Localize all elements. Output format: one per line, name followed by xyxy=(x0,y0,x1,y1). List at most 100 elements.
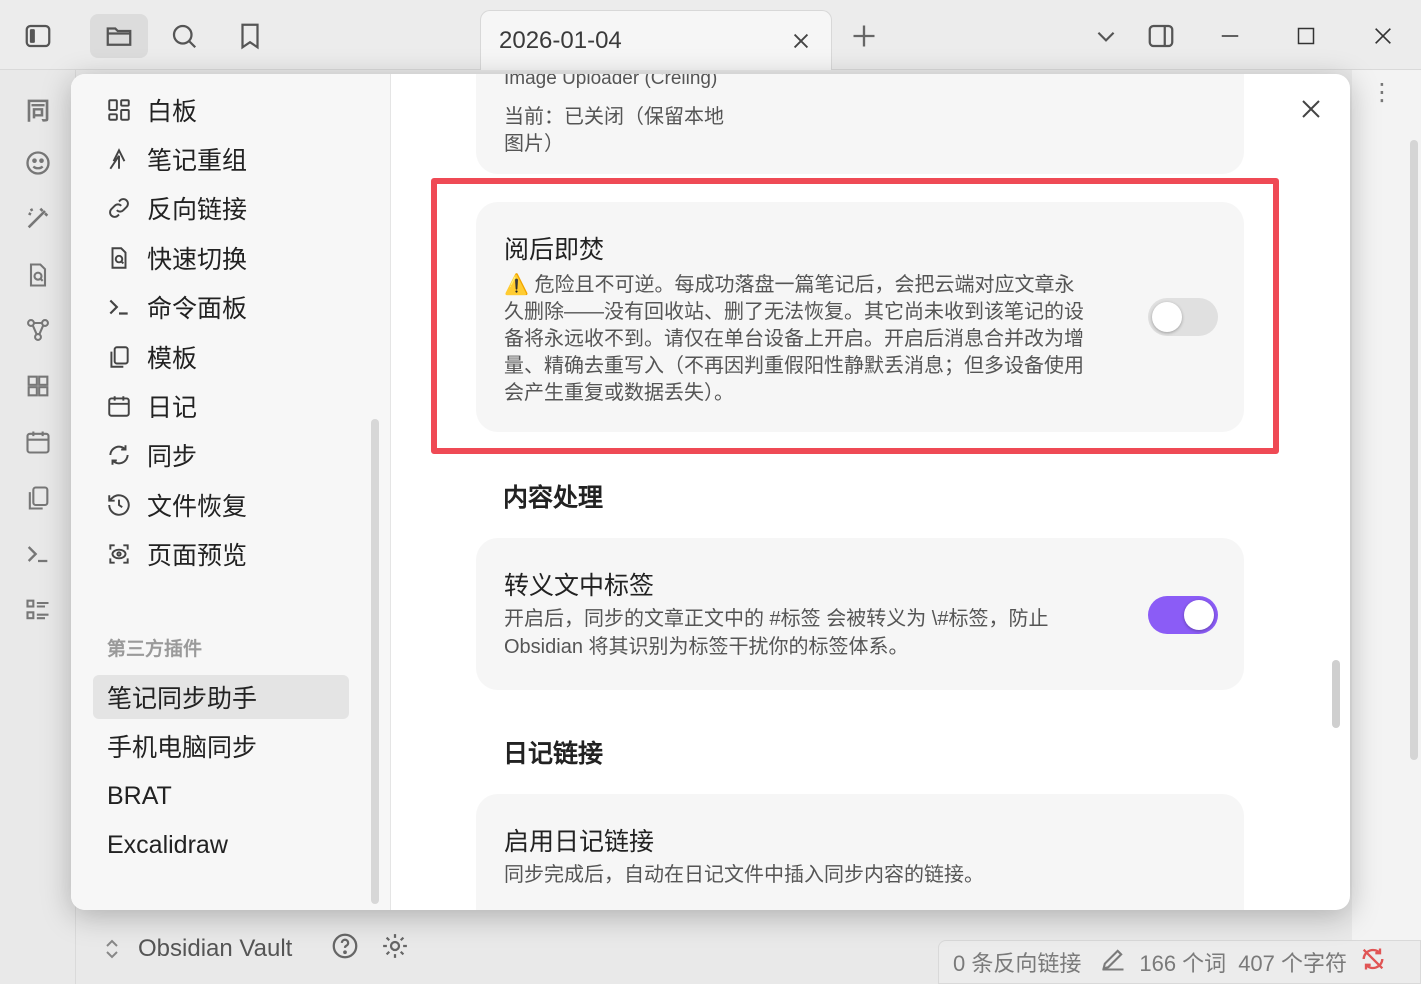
calendar-icon xyxy=(105,392,133,420)
minimize-icon[interactable] xyxy=(1208,14,1252,58)
search-doc-icon[interactable] xyxy=(18,255,58,295)
sidebar-item-label: 模板 xyxy=(147,345,198,373)
setting-desc: 同步完成后，自动在日记文件中插入同步内容的链接。 xyxy=(504,864,984,886)
emoji-icon[interactable] xyxy=(18,143,58,183)
highlight-box xyxy=(431,178,1279,454)
copy-icon[interactable] xyxy=(18,478,58,518)
more-options-icon[interactable]: ⋮ xyxy=(1370,81,1394,105)
close-icon[interactable] xyxy=(1294,92,1328,126)
copy-icon xyxy=(105,343,133,371)
right-sidebar-toggle-icon[interactable] xyxy=(1139,14,1183,58)
terminal-icon[interactable] xyxy=(18,534,58,574)
magic-icon[interactable] xyxy=(18,198,58,238)
canvas-icon xyxy=(105,96,133,124)
calendar-icon[interactable] xyxy=(18,422,58,462)
graph-icon[interactable] xyxy=(18,310,58,350)
sync-char-icon[interactable]: 同 xyxy=(18,88,58,128)
new-tab-icon[interactable] xyxy=(842,14,886,58)
sync-icon xyxy=(105,441,133,469)
gear-icon[interactable] xyxy=(380,931,410,968)
sidebar-item-label: 快速切换 xyxy=(147,246,248,274)
sidebar-item-file-recovery[interactable]: 文件恢复 xyxy=(93,483,349,527)
settings-content: Image Uploader (Creling) 当前：已关闭（保留本地 图片）… xyxy=(391,74,1350,910)
vault-name: Obsidian Vault xyxy=(138,935,293,962)
sidebar-item-quick-switcher[interactable]: 快速切换 xyxy=(93,236,349,280)
sidebar-item-label: 同步 xyxy=(147,443,198,471)
sidebar-item-page-preview[interactable]: 页面预览 xyxy=(93,532,349,576)
daily-link-card: 启用日记链接 同步完成后，自动在日记文件中插入同步内容的链接。 xyxy=(476,794,1244,910)
settings-modal: 白板 笔记重组 反向链接 快速切换 命令面板 模板 日记 同步 文件恢复 页面预… xyxy=(71,74,1350,910)
chevron-updown-icon xyxy=(106,939,118,959)
setting-desc: 当前：已关闭（保留本地 xyxy=(504,106,724,128)
help-icon[interactable] xyxy=(330,931,360,968)
settings-sidebar: 白板 笔记重组 反向链接 快速切换 命令面板 模板 日记 同步 文件恢复 页面预… xyxy=(71,74,391,910)
sidebar-item-templates[interactable]: 模板 xyxy=(93,335,349,379)
left-ribbon: 同 xyxy=(0,70,76,984)
sidebar-item-label: 页面预览 xyxy=(147,542,248,570)
sidebar-item-sync[interactable]: 同步 xyxy=(93,433,349,477)
pencil-icon[interactable] xyxy=(1099,945,1127,979)
chevron-down-icon[interactable] xyxy=(1084,14,1128,58)
sidebar-item-label: 命令面板 xyxy=(147,295,248,323)
vault-switcher[interactable]: Obsidian Vault xyxy=(100,926,410,972)
sidebar-item-excalidraw[interactable]: Excalidraw xyxy=(93,823,349,867)
word-count: 166 个词 xyxy=(1139,951,1227,976)
setting-title: Image Uploader (Creling) xyxy=(504,74,718,89)
history-icon xyxy=(105,491,133,519)
bookmark-icon[interactable] xyxy=(228,14,272,58)
section-heading-content: 内容处理 xyxy=(503,484,604,512)
status-bar: 0 条反向链接 166 个词 407 个字符 xyxy=(938,940,1421,984)
sidebar-item-label: 笔记同步助手 xyxy=(107,685,258,713)
file-search-icon xyxy=(105,244,133,272)
search-icon[interactable] xyxy=(162,14,206,58)
sidebar-item-backlinks[interactable]: 反向链接 xyxy=(93,186,349,230)
escape-tags-card: 转义文中标签 开启后，同步的文章正文中的 #标签 会被转义为 \#标签，防止 O… xyxy=(476,538,1244,690)
sidebar-item-label: Excalidraw xyxy=(107,830,228,859)
sidebar-item-brat[interactable]: BRAT xyxy=(93,774,349,818)
setting-desc: 图片） xyxy=(504,133,564,155)
setting-desc-line: 开启后，同步的文章正文中的 #标签 会被转义为 \#标签，防止 xyxy=(504,608,1049,630)
sidebar-item-canvas[interactable]: 白板 xyxy=(93,88,349,132)
sidebar-scrollbar[interactable] xyxy=(371,419,379,904)
sidebar-item-label: 文件恢复 xyxy=(147,493,248,521)
close-icon[interactable] xyxy=(787,27,815,55)
third-party-heading: 第三方插件 xyxy=(107,639,203,660)
content-scrollbar[interactable] xyxy=(1332,660,1340,728)
sidebar-item-label: 手机电脑同步 xyxy=(107,734,258,762)
tab-daily-note[interactable]: 2026-01-04 xyxy=(480,10,832,70)
workspace-right-area: ⋮ xyxy=(1352,70,1421,984)
window-close-icon[interactable] xyxy=(1361,14,1405,58)
char-count: 407 个字符 xyxy=(1238,951,1348,976)
sync-error-icon[interactable] xyxy=(1359,945,1387,979)
sidebar-item-command-palette[interactable]: 命令面板 xyxy=(93,285,349,329)
terminal-icon xyxy=(105,293,133,321)
link-icon xyxy=(105,194,133,222)
grid-icon[interactable] xyxy=(18,366,58,406)
image-uploader-card: Image Uploader (Creling) 当前：已关闭（保留本地 图片） xyxy=(476,74,1244,174)
sidebar-item-label: 反向链接 xyxy=(147,196,248,224)
sidebar-toggle-icon[interactable] xyxy=(16,14,60,58)
list-icon[interactable] xyxy=(18,590,58,630)
preview-icon xyxy=(105,540,133,568)
tab-title: 2026-01-04 xyxy=(499,26,622,54)
sidebar-item-note-composer[interactable]: 笔记重组 xyxy=(93,137,349,181)
sidebar-item-label: 笔记重组 xyxy=(147,147,248,175)
toggle-knob xyxy=(1184,600,1214,630)
files-icon[interactable] xyxy=(90,14,148,58)
setting-title: 转义文中标签 xyxy=(504,572,655,600)
workspace-scrollbar[interactable] xyxy=(1410,140,1418,760)
sidebar-item-note-sync-helper[interactable]: 笔记同步助手 xyxy=(93,675,349,719)
sidebar-item-label: BRAT xyxy=(107,781,172,810)
backlinks-count[interactable]: 0 条反向链接 xyxy=(953,946,1081,978)
sidebar-item-phone-pc-sync[interactable]: 手机电脑同步 xyxy=(93,724,349,768)
setting-title: 启用日记链接 xyxy=(504,828,655,856)
sidebar-item-label: 日记 xyxy=(147,394,198,422)
sidebar-item-daily-notes[interactable]: 日记 xyxy=(93,384,349,428)
maximize-icon[interactable] xyxy=(1284,14,1328,58)
merge-icon xyxy=(105,145,133,173)
section-heading-daily: 日记链接 xyxy=(503,740,604,768)
titlebar: 2026-01-04 xyxy=(0,0,1421,70)
escape-tags-toggle[interactable] xyxy=(1148,596,1218,634)
sidebar-item-label: 白板 xyxy=(147,98,198,126)
setting-desc-line: Obsidian 将其识别为标签干扰你的标签体系。 xyxy=(504,636,909,658)
